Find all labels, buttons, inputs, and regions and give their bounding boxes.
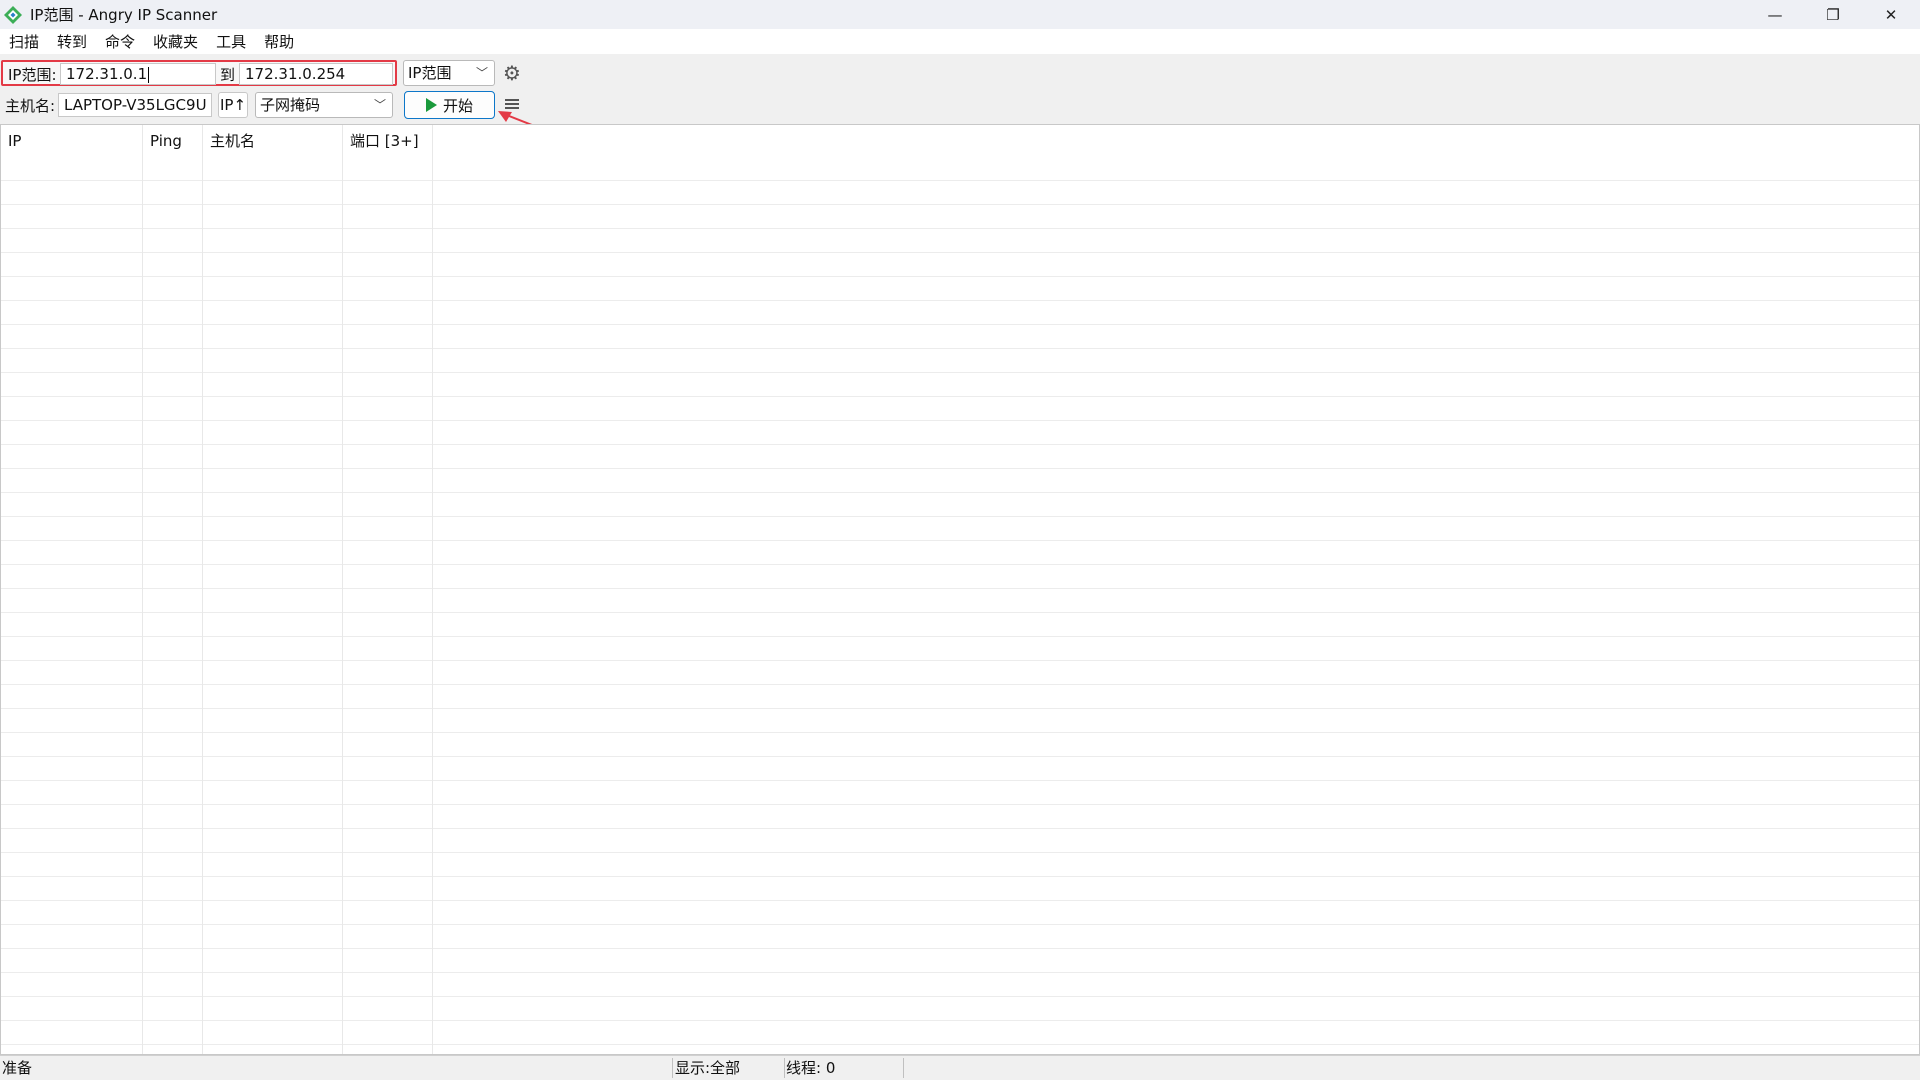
hostname-input[interactable]: LAPTOP-V35LGC9U — [58, 93, 212, 117]
results-table[interactable]: IP Ping 主机名 端口 [3+] — [0, 124, 1920, 1055]
feeder-select[interactable]: IP范围 ﹀ — [403, 60, 495, 86]
text-caret — [148, 66, 150, 83]
ip-lookup-button[interactable]: IP↑ — [218, 92, 248, 118]
menu-favorites[interactable]: 收藏夹 — [153, 31, 198, 52]
menu-tools[interactable]: 工具 — [216, 31, 246, 52]
ip-range-label: IP范围: — [8, 66, 57, 84]
netmask-select[interactable]: 子网掩码 ﹀ — [255, 92, 393, 118]
hostname-label: 主机名: — [5, 97, 56, 115]
start-button[interactable]: 开始 — [404, 91, 495, 119]
status-separator — [672, 1058, 673, 1078]
menu-help[interactable]: 帮助 — [264, 31, 294, 52]
status-ready: 准备 — [2, 1059, 33, 1077]
table-header: IP Ping 主机名 端口 [3+] — [1, 125, 1919, 157]
chevron-down-icon: ﹀ — [373, 98, 386, 112]
start-button-label: 开始 — [442, 96, 473, 115]
window-controls: — ❐ ✕ — [1746, 0, 1920, 29]
toolbar: IP范围: 172.31.0.1 到 172.31.0.254 IP范围 ﹀ ⚙… — [0, 54, 1920, 124]
column-header-hostname[interactable]: 主机名 — [203, 125, 343, 157]
title-bar: IP范围 - Angry IP Scanner — ❐ ✕ — [0, 0, 1920, 29]
table-body — [1, 157, 1919, 1054]
column-header-ping[interactable]: Ping — [143, 125, 203, 157]
angry-ip-scanner-logo-icon — [4, 5, 22, 24]
menu-commands[interactable]: 命令 — [105, 31, 135, 52]
status-threads: 线程: 0 — [786, 1059, 836, 1077]
status-display-filter[interactable]: 显示:全部 — [675, 1056, 740, 1080]
maximize-button[interactable]: ❐ — [1804, 0, 1862, 29]
menu-bar: 扫描 转到 命令 收藏夹 工具 帮助 — [0, 29, 1920, 54]
feeder-select-value: IP范围 — [408, 64, 452, 82]
close-button[interactable]: ✕ — [1862, 0, 1920, 29]
status-separator — [784, 1058, 785, 1078]
netmask-select-value: 子网掩码 — [260, 96, 321, 114]
toolbar-row-range: IP范围: 172.31.0.1 到 172.31.0.254 IP范围 ﹀ ⚙ — [0, 60, 1920, 86]
status-separator — [903, 1058, 904, 1078]
ip-range-highlight: IP范围: 172.31.0.1 到 172.31.0.254 — [1, 60, 397, 86]
window-title: IP范围 - Angry IP Scanner — [30, 6, 218, 24]
toolbar-row-hostname: 主机名: LAPTOP-V35LGC9U IP↑ 子网掩码 ﹀ 开始 — [0, 91, 1920, 119]
chevron-down-icon: ﹀ — [475, 66, 488, 80]
start-ip-input[interactable]: 172.31.0.1 — [60, 63, 216, 85]
app-window: IP范围 - Angry IP Scanner — ❐ ✕ 扫描 转到 命令 收… — [0, 0, 1920, 1080]
end-ip-input[interactable]: 172.31.0.254 — [239, 63, 393, 85]
column-header-ip[interactable]: IP — [1, 125, 143, 157]
menu-goto[interactable]: 转到 — [57, 31, 87, 52]
menu-scan[interactable]: 扫描 — [9, 31, 39, 52]
column-divider — [342, 125, 343, 1054]
play-icon — [425, 98, 437, 112]
start-ip-value: 172.31.0.1 — [66, 65, 148, 83]
to-label: 到 — [220, 66, 236, 84]
column-divider — [432, 125, 433, 1054]
column-divider — [202, 125, 203, 1054]
gear-icon[interactable]: ⚙ — [503, 60, 521, 86]
column-divider — [142, 125, 143, 1054]
minimize-button[interactable]: — — [1746, 0, 1804, 29]
status-bar: 准备 显示:全部 线程: 0 — [0, 1055, 1920, 1080]
column-header-ports[interactable]: 端口 [3+] — [343, 125, 433, 157]
